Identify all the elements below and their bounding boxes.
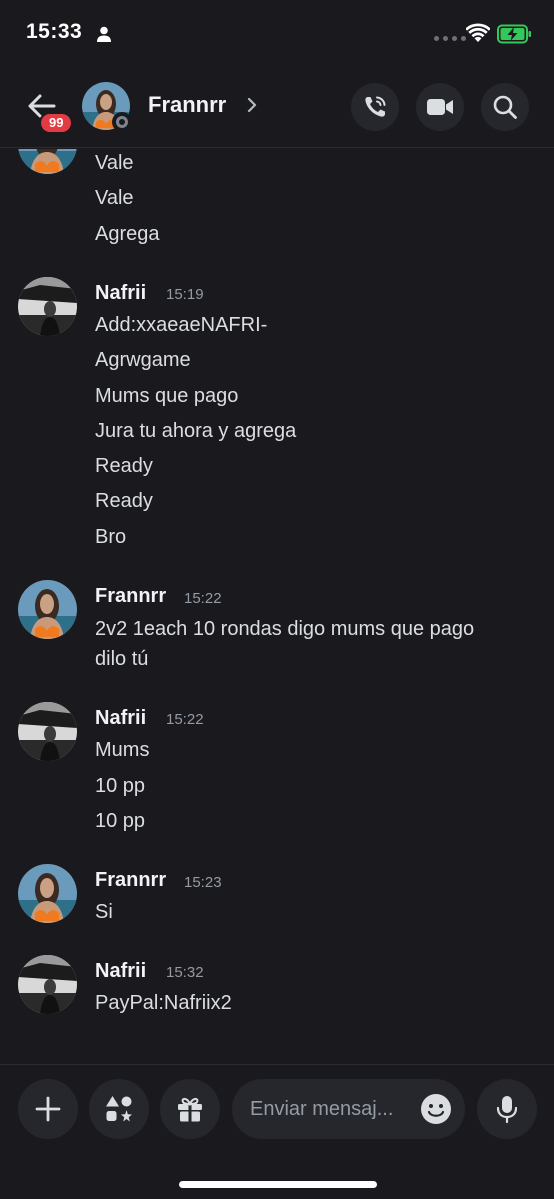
message-line: Si	[95, 901, 113, 923]
message-line: Ready	[95, 455, 153, 477]
channel-header: 99 Frannrr	[0, 70, 554, 148]
avatar[interactable]	[18, 702, 77, 761]
offline-status-icon	[112, 112, 132, 132]
message-timestamp: 15:19	[166, 286, 204, 303]
gift-icon	[178, 1097, 202, 1122]
message-line: dilo tú	[95, 648, 149, 670]
message-line: Ready	[95, 490, 153, 512]
message-line: Bro	[95, 526, 127, 548]
message-timestamp: 15:32	[166, 964, 204, 981]
message-line: Vale	[95, 187, 134, 209]
message-line: 10 pp	[95, 775, 146, 797]
person-icon	[97, 26, 111, 42]
channel-name[interactable]: Frannrr	[148, 92, 226, 118]
avatar[interactable]	[18, 149, 77, 174]
voice-message-button[interactable]	[477, 1079, 537, 1139]
home-indicator[interactable]	[179, 1181, 377, 1188]
message-timestamp: 15:23	[184, 874, 222, 891]
message-author[interactable]: Nafrii	[95, 282, 146, 305]
chevron-right-icon[interactable]	[246, 96, 258, 114]
chat-screen: 15:33 99 Frannrr Vale Vale Agrega Nafrii…	[0, 0, 554, 1199]
search-button[interactable]	[481, 83, 529, 131]
avatar[interactable]	[18, 864, 77, 923]
apps-button[interactable]	[89, 1079, 149, 1139]
status-time: 15:33	[26, 20, 83, 43]
message-author[interactable]: Frannrr	[95, 869, 166, 892]
gift-button[interactable]	[160, 1079, 220, 1139]
phone-call-icon	[365, 96, 386, 117]
battery-charging-icon	[497, 24, 531, 44]
message-timestamp: 15:22	[184, 590, 222, 607]
avatar[interactable]	[18, 580, 77, 639]
emoji-icon[interactable]	[420, 1093, 452, 1125]
message-author[interactable]: Nafrii	[95, 707, 146, 730]
avatar[interactable]	[18, 955, 77, 1014]
message-line: Agrwgame	[95, 349, 191, 371]
avatar[interactable]	[18, 277, 77, 336]
message-line: 2v2 1each 10 rondas digo mums que pago	[95, 618, 475, 640]
message-line: Jura tu ahora y agrega	[95, 420, 297, 442]
message-line: Mums	[95, 739, 150, 761]
message-line: Mums que pago	[95, 385, 239, 407]
message-composer: Enviar mensaj...	[0, 1064, 554, 1199]
video-camera-icon	[427, 99, 453, 115]
plus-icon	[35, 1096, 61, 1122]
unread-badge: 99	[39, 112, 74, 134]
cellular-dots-icon	[434, 36, 466, 41]
search-icon	[493, 95, 517, 119]
message-line: Agrega	[95, 223, 160, 245]
voice-call-button[interactable]	[351, 83, 399, 131]
microphone-icon	[496, 1096, 518, 1124]
status-bar: 15:33	[0, 0, 554, 70]
message-line: PayPal:Nafriix2	[95, 992, 232, 1014]
message-timestamp: 15:22	[166, 711, 204, 728]
message-input-placeholder: Enviar mensaj...	[250, 1098, 394, 1120]
message-author[interactable]: Nafrii	[95, 960, 146, 983]
video-call-button[interactable]	[416, 83, 464, 131]
message-line: Add:xxaeaeNAFRI-	[95, 314, 268, 336]
wifi-icon	[466, 23, 490, 42]
message-line: Vale	[95, 152, 134, 174]
attach-button[interactable]	[18, 1079, 78, 1139]
apps-icon	[106, 1096, 132, 1122]
message-input[interactable]: Enviar mensaj...	[232, 1079, 465, 1139]
message-line: 10 pp	[95, 810, 146, 832]
message-author[interactable]: Frannrr	[95, 585, 166, 608]
message-list: Vale Vale Agrega Nafrii 15:19 Add:xxaeae…	[0, 149, 554, 1064]
